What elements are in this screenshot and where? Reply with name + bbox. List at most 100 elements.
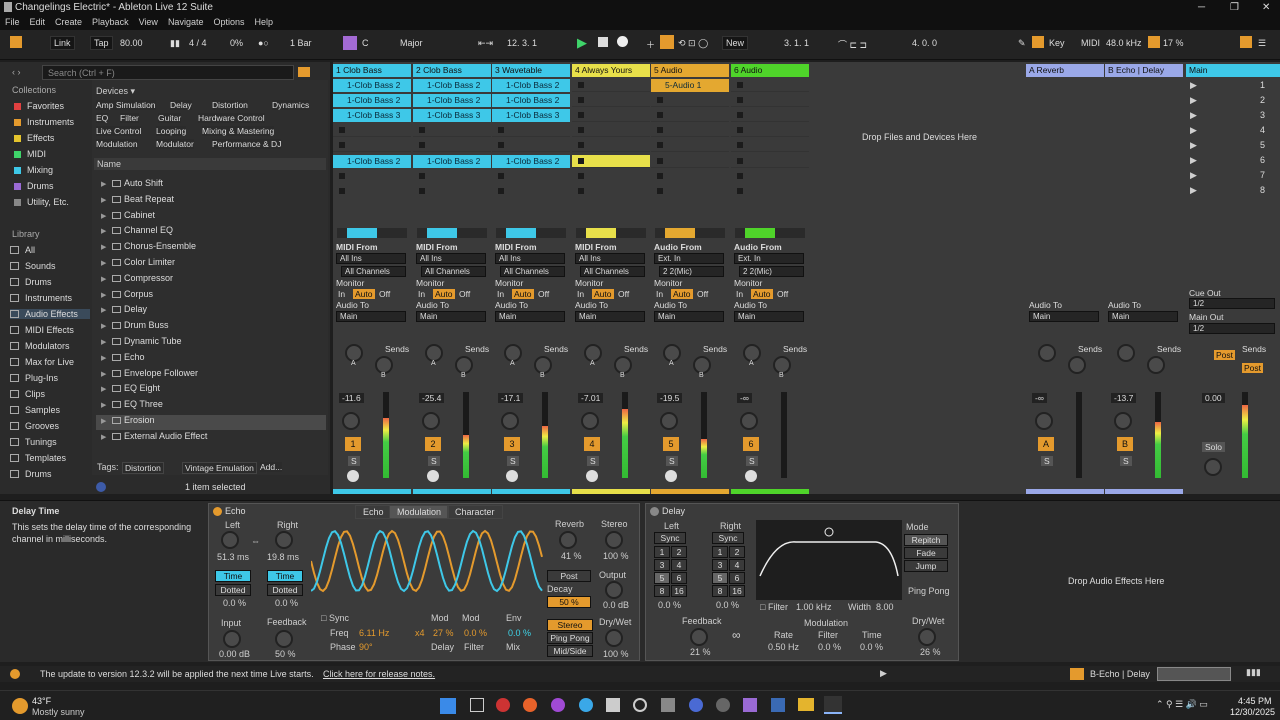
app9-icon[interactable] [716, 698, 730, 712]
stop-button-icon[interactable] [498, 188, 504, 194]
app6-icon[interactable] [633, 698, 647, 712]
right-offset[interactable]: 0.0 % [716, 600, 739, 610]
stop-button-icon[interactable] [657, 112, 663, 118]
browser-file-row[interactable]: ▶ Echo [96, 352, 326, 367]
device-tag[interactable]: Filter [120, 113, 139, 123]
library-grooves[interactable]: Grooves [10, 421, 90, 431]
browser-file-row[interactable]: ▶ Auto Shift [96, 178, 326, 193]
menu-create[interactable]: Create [50, 16, 87, 28]
library-sounds[interactable]: Sounds [10, 261, 90, 271]
expand-icon[interactable]: ▶ [101, 196, 106, 204]
clip-slot[interactable]: 1-Clob Bass 3 [333, 109, 411, 122]
loop-start[interactable]: 3. 1. 1 [784, 38, 809, 48]
clip-slot[interactable]: 1-Clob Bass 2 [333, 155, 411, 168]
stereo-knob[interactable] [605, 531, 623, 549]
midi-map-button[interactable]: MIDI [1081, 38, 1100, 48]
input-channel-select[interactable]: All Channels [580, 266, 645, 277]
main-out-select[interactable]: 1/2 [1189, 323, 1275, 334]
expand-icon[interactable]: ▶ [101, 275, 106, 283]
left-offset[interactable]: 0.0 % [658, 600, 681, 610]
x4-button[interactable]: x4 [415, 628, 425, 638]
browser-file-row[interactable]: ▶ Drum Buss [96, 320, 326, 335]
stop-button-icon[interactable] [657, 188, 663, 194]
new-button[interactable]: New [722, 36, 749, 50]
return-track-header[interactable]: A Reverb [1026, 64, 1104, 77]
scene-play-icon[interactable]: ▶ [1190, 185, 1197, 196]
right-offset[interactable]: 0.0 % [275, 598, 298, 608]
monitor-off-button[interactable]: Off [697, 289, 708, 299]
library-max-for-live[interactable]: Max for Live [10, 357, 90, 367]
monitor-off-button[interactable]: Off [379, 289, 390, 299]
clip-slot[interactable]: 1-Clob Bass 3 [413, 109, 491, 122]
monitor-auto-button[interactable]: Auto [433, 289, 455, 299]
menu-navigate[interactable]: Navigate [163, 16, 209, 28]
left-dotted-select[interactable]: Dotted [215, 584, 251, 596]
empty-clip-slot[interactable] [413, 170, 491, 183]
tray-icons[interactable]: ⌃ ⚲ ☰ 🔊 ▭ [1156, 699, 1208, 710]
firefox-icon[interactable] [523, 698, 537, 712]
scene-launch[interactable]: ▶ 5 [1186, 139, 1280, 152]
collection-favorites[interactable]: Favorites [14, 101, 64, 111]
collection-midi[interactable]: MIDI [14, 149, 46, 159]
monitor-auto-button[interactable]: Auto [353, 289, 375, 299]
monitor-off-button[interactable]: Off [618, 289, 629, 299]
play-clip-icon[interactable]: ▶ [880, 668, 887, 679]
library-plug-ins[interactable]: Plug-Ins [10, 373, 90, 383]
send-b-knob[interactable] [1147, 356, 1165, 374]
menu-options[interactable]: Options [208, 16, 249, 28]
clip-slot[interactable]: 1-Clob Bass 2 [413, 79, 491, 92]
beat-division-button[interactable]: 6 [671, 572, 687, 584]
collection-instruments[interactable]: Instruments [14, 117, 74, 127]
mod-filter-value[interactable]: 0.0 % [818, 642, 841, 652]
input-knob[interactable] [223, 630, 241, 648]
drywet-knob[interactable] [605, 629, 623, 647]
devices-heading[interactable]: Devices ▾ [96, 86, 135, 97]
library-drums[interactable]: Drums [10, 277, 90, 287]
session-view-icon[interactable] [1240, 36, 1252, 48]
stop-button-icon[interactable] [419, 127, 425, 133]
empty-clip-slot[interactable] [731, 170, 809, 183]
cue-out-select[interactable]: 1/2 [1189, 298, 1275, 309]
draw-mode-icon[interactable]: ✎ [1018, 38, 1026, 49]
browser-file-row[interactable]: ▶ Cabinet [96, 210, 326, 225]
monitor-in-button[interactable]: In [418, 289, 425, 299]
send-a-knob[interactable] [1117, 344, 1135, 362]
collection-mixing[interactable]: Mixing [14, 165, 53, 175]
stop-button-icon[interactable] [737, 127, 743, 133]
beat-division-button[interactable]: 3 [654, 559, 670, 571]
clip-slot[interactable]: 1-Clob Bass 2 [333, 79, 411, 92]
browser-file-row[interactable]: ▶ Compressor [96, 273, 326, 288]
view-toggle-icon[interactable] [10, 36, 22, 48]
volume-value[interactable]: -∞ [1032, 393, 1047, 403]
empty-clip-slot[interactable] [572, 139, 650, 152]
app10-icon[interactable] [743, 698, 757, 712]
track-header[interactable]: 5 Audio [651, 64, 729, 77]
scene-launch[interactable]: ▶ 4 [1186, 124, 1280, 137]
collection-drums[interactable]: Drums [14, 181, 54, 191]
empty-clip-slot[interactable] [333, 139, 411, 152]
arm-button-icon[interactable] [745, 470, 757, 482]
stop-button-icon[interactable] [737, 158, 743, 164]
expand-icon[interactable]: ▶ [101, 259, 106, 267]
tag-chip[interactable]: Add... [260, 462, 283, 472]
filter-toggle[interactable]: □ Filter [760, 602, 788, 612]
empty-clip-slot[interactable] [572, 185, 650, 198]
volume-value[interactable]: -7.01 [578, 393, 604, 403]
library-templates[interactable]: Templates [10, 453, 90, 463]
track-activator[interactable]: 1 [345, 437, 361, 451]
feedback-knob[interactable] [690, 628, 708, 646]
library-all[interactable]: All [10, 245, 90, 255]
menu-playback[interactable]: Playback [87, 16, 134, 28]
clip-slot[interactable]: 1-Clob Bass 2 [492, 79, 570, 92]
stop-button-icon[interactable] [578, 142, 584, 148]
output-select[interactable]: Main [495, 311, 565, 322]
browser-file-row[interactable]: ▶ Envelope Follower [96, 368, 326, 383]
pan-knob[interactable] [342, 412, 360, 430]
right-time-value[interactable]: 19.8 ms [267, 552, 299, 562]
right-dotted-select[interactable]: Dotted [267, 584, 303, 596]
left-time-button[interactable]: Time [215, 570, 251, 582]
empty-clip-slot[interactable] [572, 79, 650, 92]
expand-icon[interactable]: ▶ [101, 354, 106, 362]
echo-tab[interactable]: Echo [355, 505, 392, 519]
library-clips[interactable]: Clips [10, 389, 90, 399]
